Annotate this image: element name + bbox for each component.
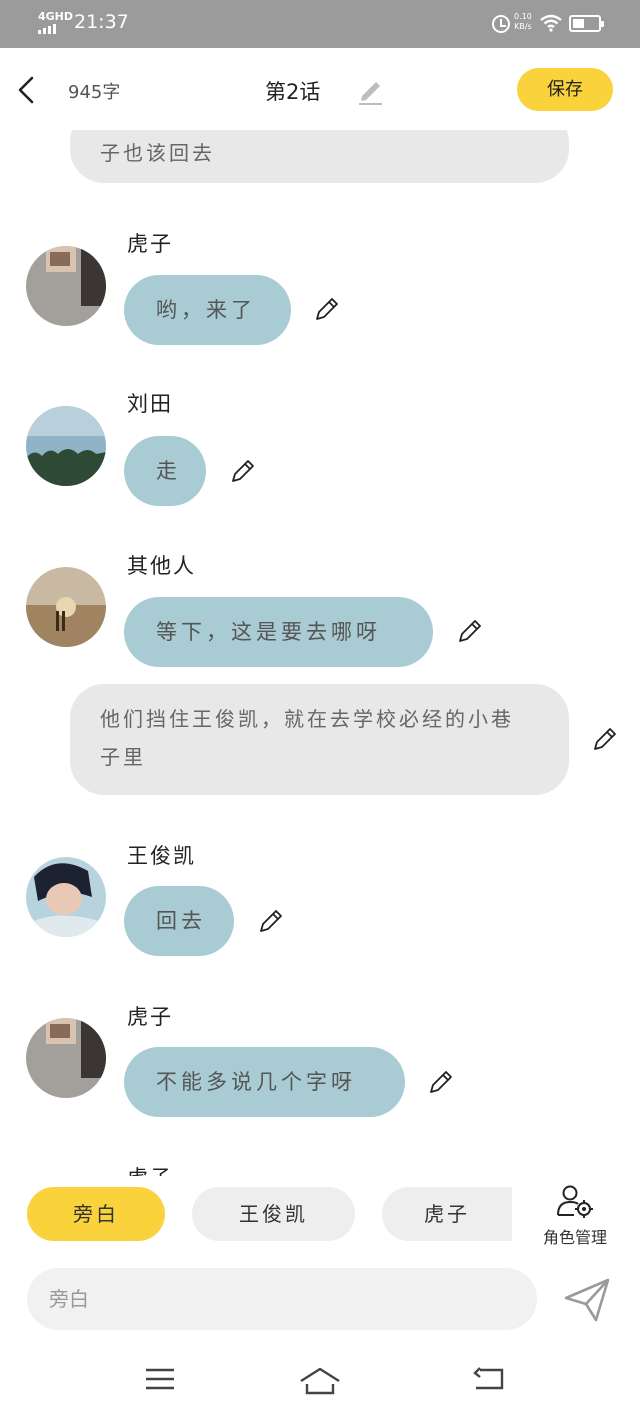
network-speed: 0.10 KB/s: [514, 12, 532, 32]
avatar-image: [26, 1018, 106, 1098]
speaker-name: 虎子: [127, 1005, 173, 1029]
dialogue-bubble[interactable]: 不能多说几个字呀: [124, 1047, 405, 1117]
user-settings-icon: [557, 1185, 593, 1218]
menu-icon[interactable]: [144, 1366, 176, 1392]
battery-level: [573, 19, 584, 28]
avatar-image: [26, 406, 106, 486]
narration-bubble[interactable]: 子也该回去: [70, 130, 569, 183]
speaker-name: 其他人: [127, 554, 196, 578]
episode-title[interactable]: 第2话: [265, 76, 320, 106]
alarm-icon: [492, 15, 510, 33]
back-nav-icon[interactable]: [472, 1366, 504, 1392]
narration-bubble[interactable]: 他们挡住王俊凯，就在去学校必经的小巷子里: [70, 684, 569, 795]
network-speed-value: 0.10: [514, 12, 532, 21]
edit-title-pencil-icon[interactable]: [356, 74, 384, 106]
role-chip-huzi[interactable]: 虎子: [382, 1187, 512, 1241]
word-count: 945字: [68, 82, 121, 103]
speaker-name: 虎子: [127, 1162, 173, 1176]
edit-pencil-icon[interactable]: [592, 726, 618, 752]
narration-text: 子也该回去: [100, 141, 215, 165]
dialogue-bubble[interactable]: 回去: [124, 886, 234, 956]
edit-pencil-icon[interactable]: [428, 1069, 454, 1095]
avatar-image: [26, 857, 106, 937]
input-bar: [0, 1258, 640, 1342]
send-icon[interactable]: [562, 1276, 612, 1324]
save-button[interactable]: 保存: [517, 68, 613, 111]
script-chat-area: 子也该回去 虎子 哟，来了 刘田 走 其他人 等下，这是要去哪呀 他们挡住王俊凯…: [0, 130, 640, 1176]
role-management-button[interactable]: 角色管理: [532, 1184, 618, 1248]
home-icon[interactable]: [298, 1366, 342, 1396]
speaker-name: 虎子: [127, 232, 173, 256]
speaker-name: 王俊凯: [127, 844, 196, 868]
network-indicator: 4GHD: [38, 10, 74, 34]
avatar-wangjunkai[interactable]: [26, 857, 106, 937]
avatar-huzi[interactable]: [26, 246, 106, 326]
wifi-icon: [540, 14, 562, 32]
dialogue-bubble[interactable]: 哟，来了: [124, 275, 291, 345]
system-nav-bar: [0, 1342, 640, 1422]
battery-icon: [569, 15, 604, 32]
narration-text: 他们挡住王俊凯，就在去学校必经的小巷子里: [100, 707, 514, 769]
avatar-liutian[interactable]: [26, 406, 106, 486]
role-chip-wangjunkai[interactable]: 王俊凯: [192, 1187, 355, 1241]
dialogue-bubble[interactable]: 等下，这是要去哪呀: [124, 597, 433, 667]
edit-pencil-icon[interactable]: [230, 458, 256, 484]
status-bar: 4GHD 21:37 0.10 KB/s: [0, 0, 640, 48]
edit-pencil-icon[interactable]: [314, 296, 340, 322]
role-chip-narrator[interactable]: 旁白: [27, 1187, 165, 1241]
avatar-huzi[interactable]: [26, 1018, 106, 1098]
role-management-label: 角色管理: [542, 1228, 607, 1247]
dialogue-input[interactable]: [27, 1268, 537, 1330]
edit-pencil-icon[interactable]: [457, 618, 483, 644]
avatar-image: [26, 567, 106, 647]
network-label: 4GHD: [38, 10, 74, 23]
avatar-others[interactable]: [26, 567, 106, 647]
signal-icon: [38, 24, 73, 34]
editor-header: 945字 第2话 保存: [0, 48, 640, 130]
network-speed-unit: KB/s: [514, 22, 532, 31]
back-arrow-icon[interactable]: [14, 74, 40, 106]
dialogue-bubble[interactable]: 走: [124, 436, 206, 506]
clock: 21:37: [74, 11, 129, 33]
edit-pencil-icon[interactable]: [258, 908, 284, 934]
avatar-image: [26, 246, 106, 326]
role-selector-bar: 旁白 王俊凯 虎子 角色管理: [0, 1176, 640, 1258]
speaker-name: 刘田: [127, 392, 173, 416]
